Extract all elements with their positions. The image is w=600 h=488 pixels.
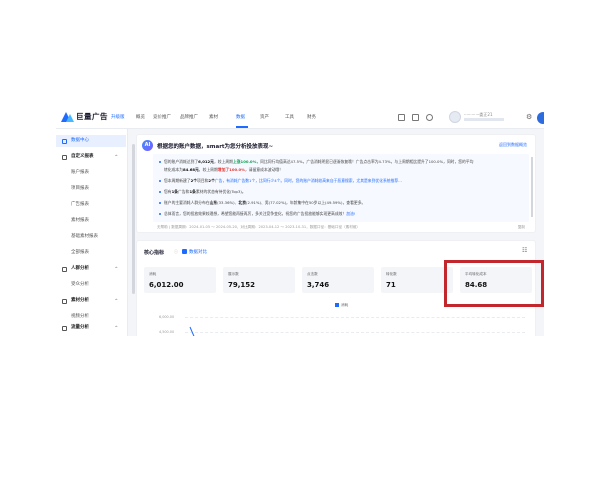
sidebar-item-label: 数据中心 [71,138,89,143]
audience-icon [62,267,67,272]
compare-checkbox[interactable] [182,249,187,254]
trend-line [189,326,195,336]
avatar[interactable] [449,111,461,123]
metric-value: 6,012.00 [149,281,184,289]
nav-material[interactable]: 素材 [209,114,218,120]
ai-analysis-card: AI 根据您的账户数据，smart为您分析投放表现~ 返回到数据概览 您的账户消… [136,134,536,233]
ai-bullet: 账户的主要消耗人群分布在山东(33.36%)、北京(2.91%)、男(77.02… [159,200,519,206]
metric-card-impressions[interactable]: 展示数 79,152 [223,267,295,293]
metric-card-cost[interactable]: 消耗 6,012.00 [144,267,216,293]
grid-line [185,317,525,318]
sidebar-group-custom-report[interactable]: 自定义报表 ^ [56,151,126,163]
metrics-title: 核心指标 [144,250,165,256]
sidebar-item-basic-material-report[interactable]: 基础素材报表 [56,231,126,243]
logo-text: 巨量广告 [76,112,108,121]
nav-brand[interactable]: 品牌推广 [180,114,198,120]
legend-swatch [335,303,339,307]
nav-active-indicator [236,126,248,128]
nav-assets[interactable]: 资产 [260,114,269,120]
chevron-up-icon: ^ [114,325,118,330]
metric-value: 3,746 [307,281,330,289]
grid-line [185,332,525,333]
nav-overview[interactable]: 概览 [136,114,145,120]
ai-bullet: 转化成本为84.68元，较上周期增加了100.0%，请留意成本波动哦！ [164,167,283,172]
metric-label: 转化数 [386,272,397,276]
sidebar-item-label: 流量分析 [71,325,89,330]
sidebar-group-traffic[interactable]: 流量分析 ^ [56,322,126,334]
sidebar: 数据中心 自定义报表 ^ 账户报表 项目报表 广告报表 素材报表 基础素材报表 … [56,129,128,336]
material-icon [62,299,67,304]
help-icon[interactable] [426,114,433,121]
metric-value: 79,152 [228,281,256,289]
sidebar-item-label: 素材分析 [71,298,89,303]
gear-icon[interactable]: ⚙ [526,113,532,121]
sidebar-group-material[interactable]: 素材分析 ^ [56,295,126,307]
ai-bullet: 您的账户消耗达到了6,012元，较上周期上涨100.0%，同比同行均值高达47.… [159,159,519,165]
chevron-up-icon: ^ [114,266,118,271]
ai-bullet: 您本周期新建了2个项目和2个广告，有消耗广告数1个，比同行少4个。同时，您的账户… [159,178,519,184]
logo-icon [61,111,74,122]
feedback-link[interactable]: 无帮助 [157,225,168,229]
metric-label: 点击数 [307,272,318,276]
ai-icon: AI [142,140,153,151]
metric-label: 消耗 [149,272,157,276]
logo[interactable]: 巨量广告 升级版 [61,111,125,122]
chart-legend[interactable]: 消耗 [335,303,348,308]
sidebar-scrollbar[interactable] [132,144,135,294]
ai-bullet: 总体而言，您的投放效果较理想，希望您能再接再厉，多关注竞争变化，祝您的广告投放能… [159,211,519,217]
sidebar-item-ad-report[interactable]: 广告报表 [56,199,126,211]
sidebar-item-all-reports[interactable]: 全部报表 [56,247,126,259]
y-axis-tick: 6,000.00 [159,315,175,319]
report-icon [62,155,67,160]
sidebar-item-account-report[interactable]: 账户报表 [56,167,126,179]
data-period: 数据周期：2024-01-05 ～ 2024-05-20，对比周期：2023-0… [171,225,361,229]
data-center-icon [62,139,67,144]
sidebar-item-data-center[interactable]: 数据中心 [56,135,126,147]
logo-tag: 升级版 [111,114,125,120]
nav-bidding[interactable]: 竞价推广 [153,114,171,120]
sidebar-item-label: 自定义报表 [71,154,94,159]
chevron-up-icon: ^ [114,298,118,303]
metric-label: 展示数 [228,272,239,276]
compare-toggle[interactable]: 数据对比 [189,249,207,255]
chevron-up-icon: ^ [114,154,118,159]
ai-bullet: 您有1条广告和1条素材的状态有待优化(Top3)。 [159,189,519,195]
top-nav: 巨量广告 升级版 概览 竞价推广 品牌推广 素材 数据 资产 工具 财务 ···… [56,106,544,129]
metric-card-conversions[interactable]: 转化数 71 [381,267,453,293]
copy-button[interactable]: 复制 [518,225,525,230]
nav-data[interactable]: 数据 [236,114,245,120]
assistant-icon[interactable] [537,112,544,124]
ai-footer: 无帮助 | 数据周期：2024-01-05 ～ 2024-05-20，对比周期：… [157,225,361,229]
sidebar-item-label: 人群分析 [71,266,89,271]
info-icon[interactable]: ⓘ [174,249,178,255]
sidebar-item-material-report[interactable]: 素材报表 [56,215,126,227]
ai-panel-scrollbar[interactable] [531,157,533,217]
back-to-overview-link[interactable]: 返回到数据概览 [499,142,527,148]
ai-summary-panel: 您的账户消耗达到了6,012元，较上周期上涨100.0%，同比同行均值高达47.… [153,154,529,222]
highlight-annotation [444,260,544,307]
nav-finance[interactable]: 财务 [307,114,316,120]
y-axis-tick: 4,500.00 [159,330,175,334]
account-subline [464,118,504,121]
ai-title: 根据您的账户数据，smart为您分析投放表现~ [157,144,274,150]
sidebar-group-audience[interactable]: 人群分析 ^ [56,263,126,275]
metric-value: 71 [386,281,396,289]
nav-tools[interactable]: 工具 [285,114,294,120]
traffic-icon [62,326,67,331]
task-icon[interactable] [412,114,419,121]
metric-card-clicks[interactable]: 点击数 3,746 [302,267,374,293]
sidebar-item-project-report[interactable]: 项目报表 [56,183,126,195]
notice-icon[interactable] [398,114,405,121]
settings-icon[interactable]: ☷ [522,247,527,254]
sidebar-item-audience-analysis[interactable]: 受众分析 [56,279,126,291]
